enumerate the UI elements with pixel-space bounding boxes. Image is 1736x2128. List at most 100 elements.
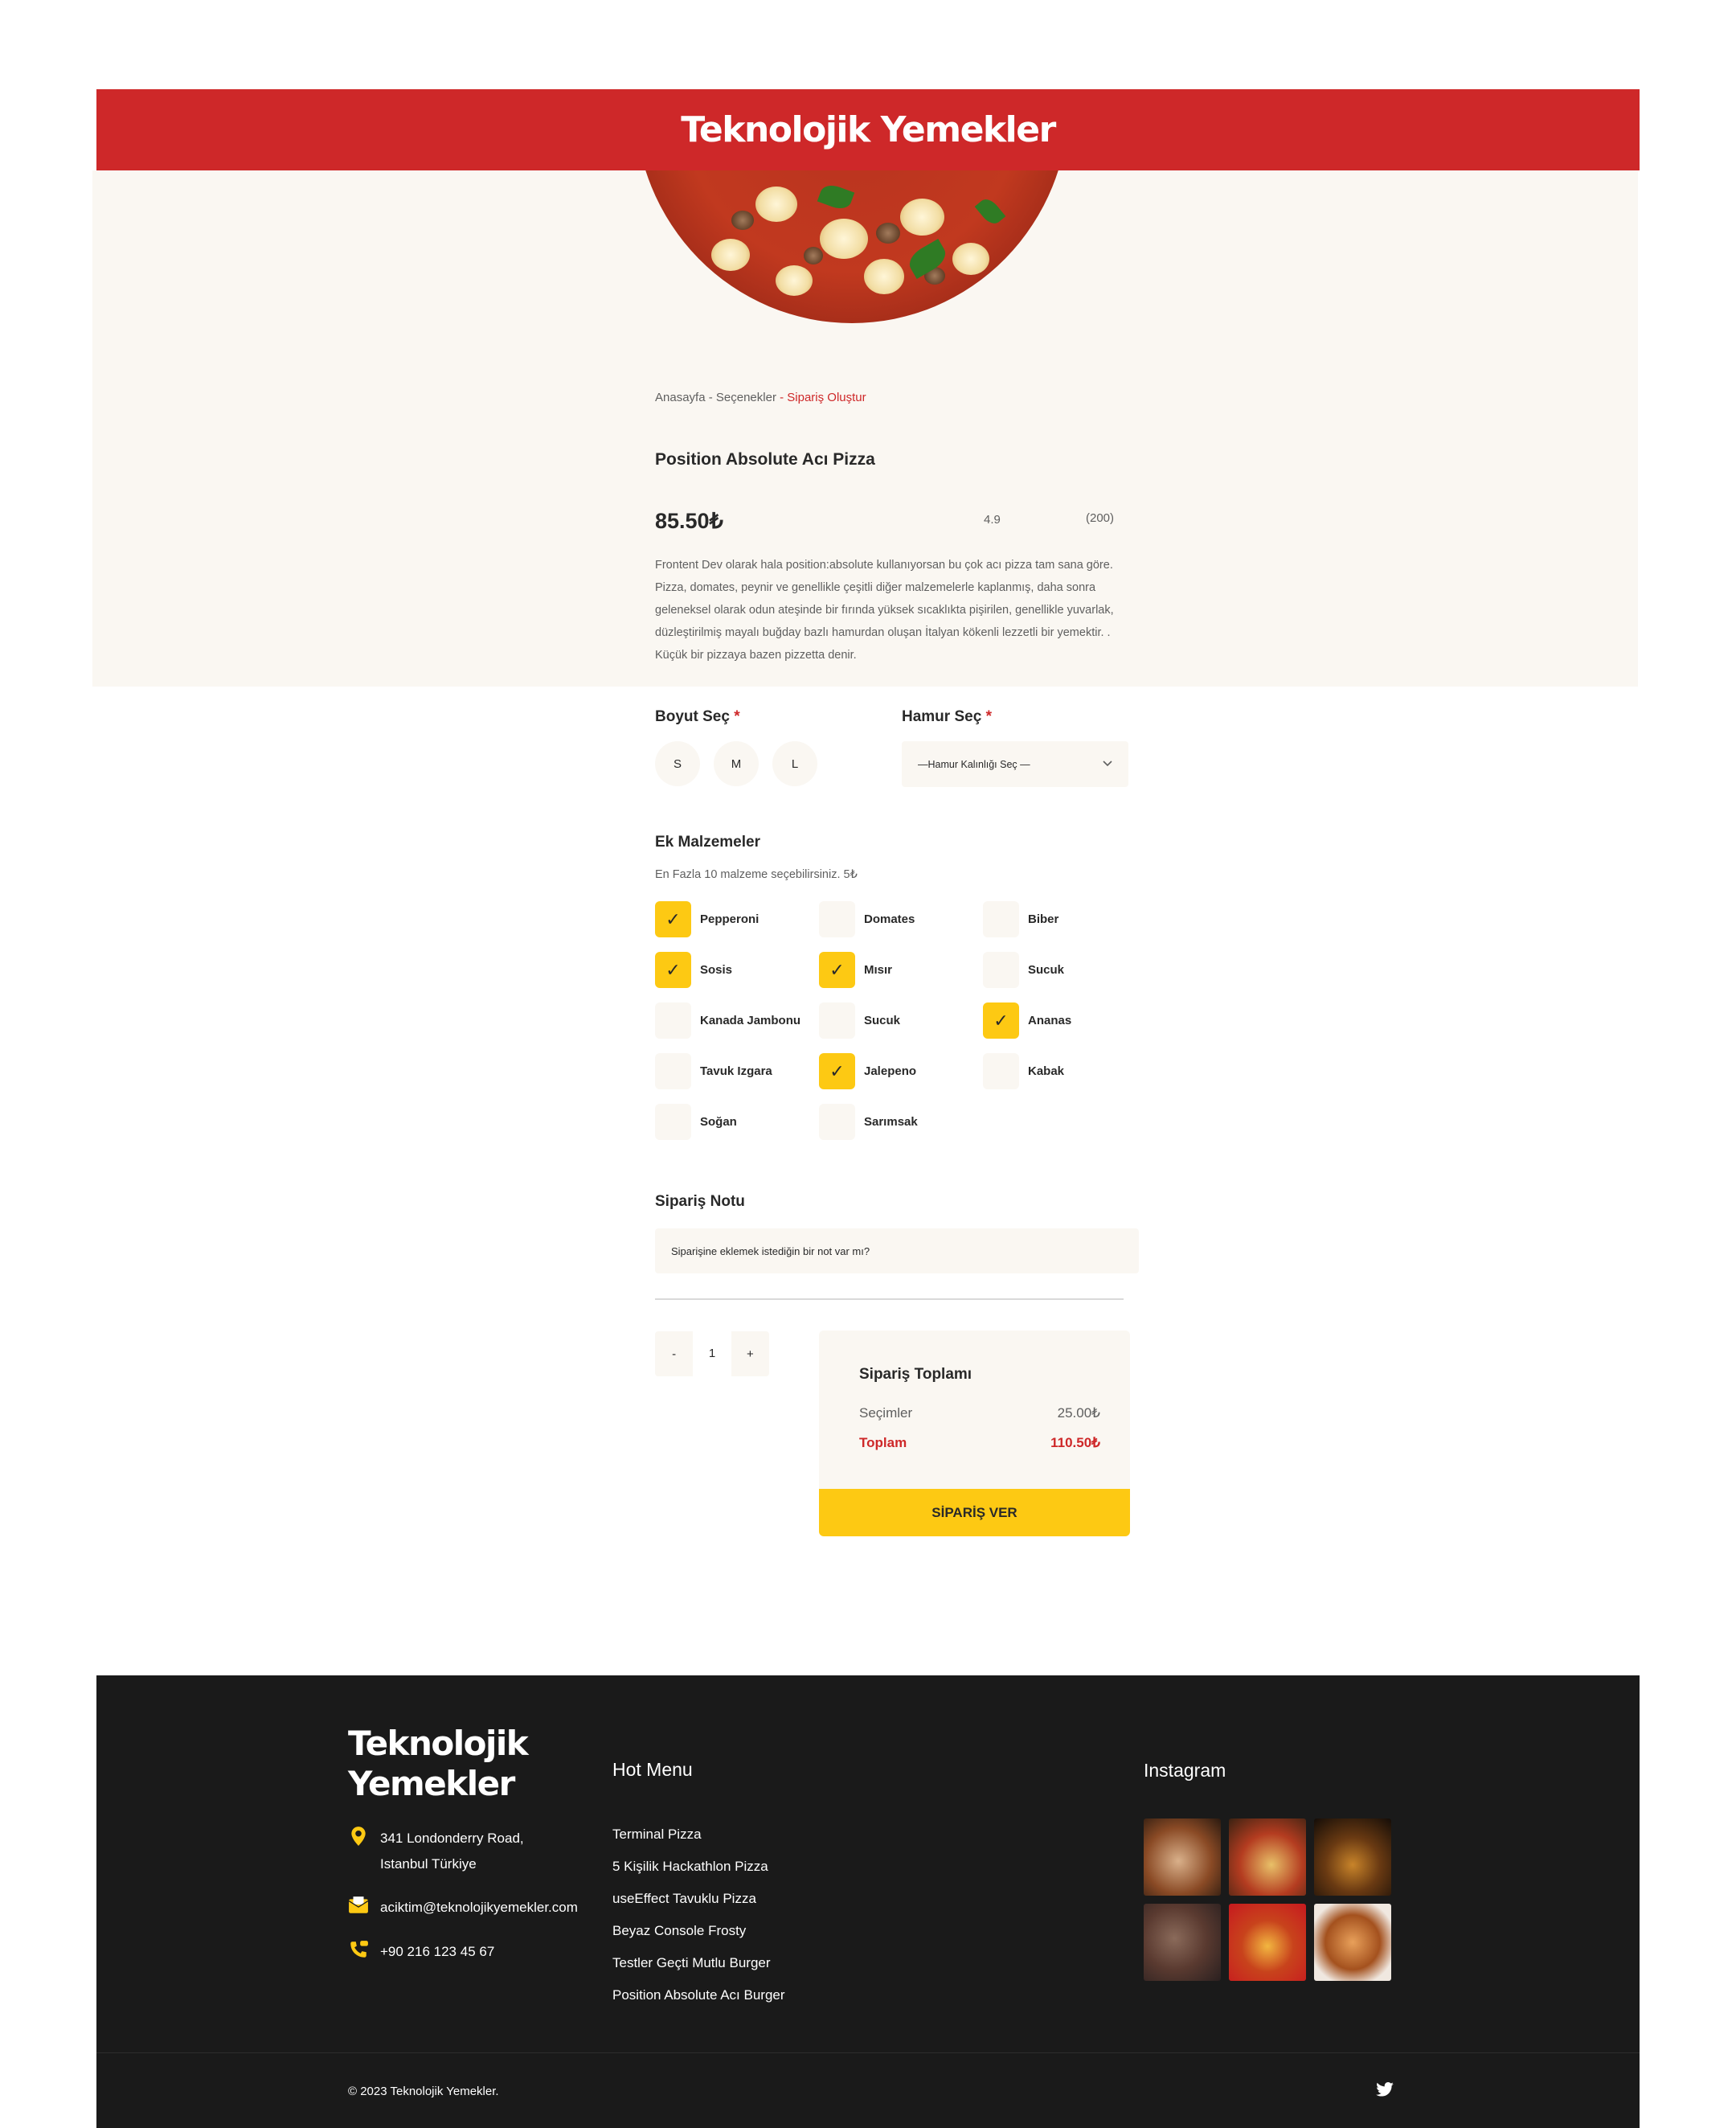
instagram-thumbnail[interactable] xyxy=(1314,1818,1391,1896)
extra-option[interactable]: Tavuk Izgara xyxy=(655,1053,772,1089)
extra-option[interactable]: ✓ Ananas xyxy=(983,1002,1071,1039)
breadcrumb-separator: - xyxy=(705,391,716,404)
breadcrumb-home[interactable]: Anasayfa xyxy=(655,391,706,404)
extra-option[interactable]: Kabak xyxy=(983,1053,1064,1089)
extra-checkbox[interactable] xyxy=(819,1104,855,1140)
extra-option-label: Biber xyxy=(1028,912,1059,926)
selections-label: Seçimler xyxy=(859,1405,913,1421)
brand-logo[interactable]: Teknolojik Yemekler xyxy=(96,89,1640,170)
instagram-thumbnail[interactable] xyxy=(1229,1904,1306,1981)
product-description: Frontent Dev olarak hala position:absolu… xyxy=(655,559,1114,662)
dough-label-text: Hamur Seç xyxy=(902,708,982,725)
size-option-l[interactable]: L xyxy=(772,741,817,786)
extra-option-label: Sucuk xyxy=(1028,963,1065,977)
footer-brand-line1: Teknolojik xyxy=(348,1724,529,1763)
extra-option-label: Sarımsak xyxy=(864,1115,918,1129)
size-option-s[interactable]: S xyxy=(655,741,700,786)
extra-option-label: Ananas xyxy=(1028,1014,1072,1027)
extra-checkbox[interactable]: ✓ xyxy=(819,952,855,988)
twitter-icon[interactable] xyxy=(1376,2082,1394,2097)
extra-checkbox[interactable]: ✓ xyxy=(655,952,691,988)
extra-checkbox[interactable] xyxy=(983,1053,1019,1089)
review-count: (200) xyxy=(1086,511,1115,525)
extra-option[interactable]: Kanada Jambonu xyxy=(655,1002,800,1039)
extra-checkbox[interactable] xyxy=(655,1002,691,1039)
instagram-title: Instagram xyxy=(1144,1760,1226,1781)
extra-option-label: Pepperoni xyxy=(700,912,760,926)
extra-checkbox[interactable] xyxy=(655,1053,691,1089)
email-link[interactable]: aciktim@teknolojikyemekler.com xyxy=(380,1895,578,1921)
extra-checkbox[interactable] xyxy=(655,1104,691,1140)
checkmark-icon: ✓ xyxy=(993,1010,1009,1031)
extra-option[interactable]: Sucuk xyxy=(983,952,1064,988)
total-label: Toplam xyxy=(859,1435,907,1450)
extra-option[interactable]: ✓ Mısır xyxy=(819,952,892,988)
hot-menu-link[interactable]: Testler Geçti Mutlu Burger xyxy=(612,1955,771,1971)
extra-checkbox[interactable] xyxy=(983,901,1019,937)
extra-option[interactable]: ✓ Jalepeno xyxy=(819,1053,916,1089)
checkmark-icon: ✓ xyxy=(665,908,681,929)
hot-menu-title: Hot Menu xyxy=(612,1759,693,1780)
quantity-stepper: - 1 + xyxy=(655,1331,769,1376)
hot-menu-link[interactable]: 5 Kişilik Hackathlon Pizza xyxy=(612,1859,768,1875)
extra-option[interactable]: Soğan xyxy=(655,1104,737,1140)
extra-option[interactable]: Domates xyxy=(819,901,915,937)
divider xyxy=(655,1298,1124,1300)
quantity-value: 1 xyxy=(693,1331,731,1376)
extras-note: En Fazla 10 malzeme seçebilirsiniz. 5₺ xyxy=(655,868,858,881)
extra-checkbox[interactable] xyxy=(819,1002,855,1039)
extra-option[interactable]: Sucuk xyxy=(819,1002,900,1039)
mail-icon xyxy=(348,1896,369,1913)
extra-option[interactable]: ✓ Sosis xyxy=(655,952,732,988)
extra-checkbox[interactable]: ✓ xyxy=(655,901,691,937)
copyright: © 2023 Teknolojik Yemekler. xyxy=(348,2085,499,2098)
checkmark-icon: ✓ xyxy=(665,959,681,980)
order-submit-button[interactable]: SİPARİŞ VER xyxy=(819,1489,1130,1536)
breadcrumb-separator: - xyxy=(776,391,788,404)
extra-option-label: Jalepeno xyxy=(864,1064,917,1078)
extra-option[interactable]: Biber xyxy=(983,901,1058,937)
phone-icon xyxy=(350,1941,368,1958)
dough-select[interactable]: —Hamur Kalınlığı Seç — xyxy=(902,741,1128,787)
summary-title: Sipariş Toplamı xyxy=(859,1366,972,1383)
address-text: 341 Londonderry Road, Istanbul Türkiye xyxy=(380,1831,524,1872)
footer-brand-logo[interactable]: Teknolojik Yemekler xyxy=(348,1724,557,1804)
breadcrumb-options[interactable]: Seçenekler xyxy=(716,391,776,404)
extra-checkbox[interactable]: ✓ xyxy=(983,1002,1019,1039)
extras-title: Ek Malzemeler xyxy=(655,834,760,851)
pizza-image xyxy=(635,170,1069,323)
total-value: 110.50₺ xyxy=(1050,1435,1100,1450)
footer-brand-line2: Yemekler xyxy=(348,1764,515,1803)
site-footer: Teknolojik Yemekler 341 Londonderry Road… xyxy=(96,1675,1640,2128)
required-mark: * xyxy=(985,708,992,725)
extra-option-label: Sucuk xyxy=(864,1014,901,1027)
dough-label: Hamur Seç * xyxy=(902,708,992,726)
breadcrumb-current: Sipariş Oluştur xyxy=(787,391,866,404)
hot-menu-link[interactable]: useEffect Tavuklu Pizza xyxy=(612,1891,756,1907)
extra-option[interactable]: ✓ Pepperoni xyxy=(655,901,759,937)
size-option-m[interactable]: M xyxy=(714,741,759,786)
summary-selections-row: Seçimler 25.00₺ xyxy=(859,1405,1100,1421)
product-price: 85.50₺ xyxy=(655,509,723,533)
extra-option-label: Sosis xyxy=(700,963,733,977)
instagram-thumbnail[interactable] xyxy=(1144,1818,1221,1896)
hot-menu-link[interactable]: Terminal Pizza xyxy=(612,1827,702,1843)
hot-menu-link[interactable]: Position Absolute Acı Burger xyxy=(612,1987,785,2003)
instagram-thumbnail[interactable] xyxy=(1144,1904,1221,1981)
extra-option[interactable]: Sarımsak xyxy=(819,1104,918,1140)
instagram-thumbnail[interactable] xyxy=(1314,1904,1391,1981)
order-note-input[interactable] xyxy=(655,1228,1139,1273)
site-header: Teknolojik Yemekler xyxy=(96,89,1640,170)
instagram-thumbnail[interactable] xyxy=(1229,1818,1306,1896)
extra-checkbox[interactable] xyxy=(819,901,855,937)
size-label: Boyut Seç * xyxy=(655,708,740,726)
location-pin-icon xyxy=(351,1827,366,1846)
checkmark-icon: ✓ xyxy=(829,959,845,980)
hot-menu-link[interactable]: Beyaz Console Frosty xyxy=(612,1923,746,1939)
extra-checkbox[interactable]: ✓ xyxy=(819,1053,855,1089)
extra-checkbox[interactable] xyxy=(983,952,1019,988)
size-label-text: Boyut Seç xyxy=(655,708,730,725)
increment-button[interactable]: + xyxy=(731,1347,769,1361)
chevron-down-icon xyxy=(1103,760,1112,769)
decrement-button[interactable]: - xyxy=(655,1347,693,1361)
